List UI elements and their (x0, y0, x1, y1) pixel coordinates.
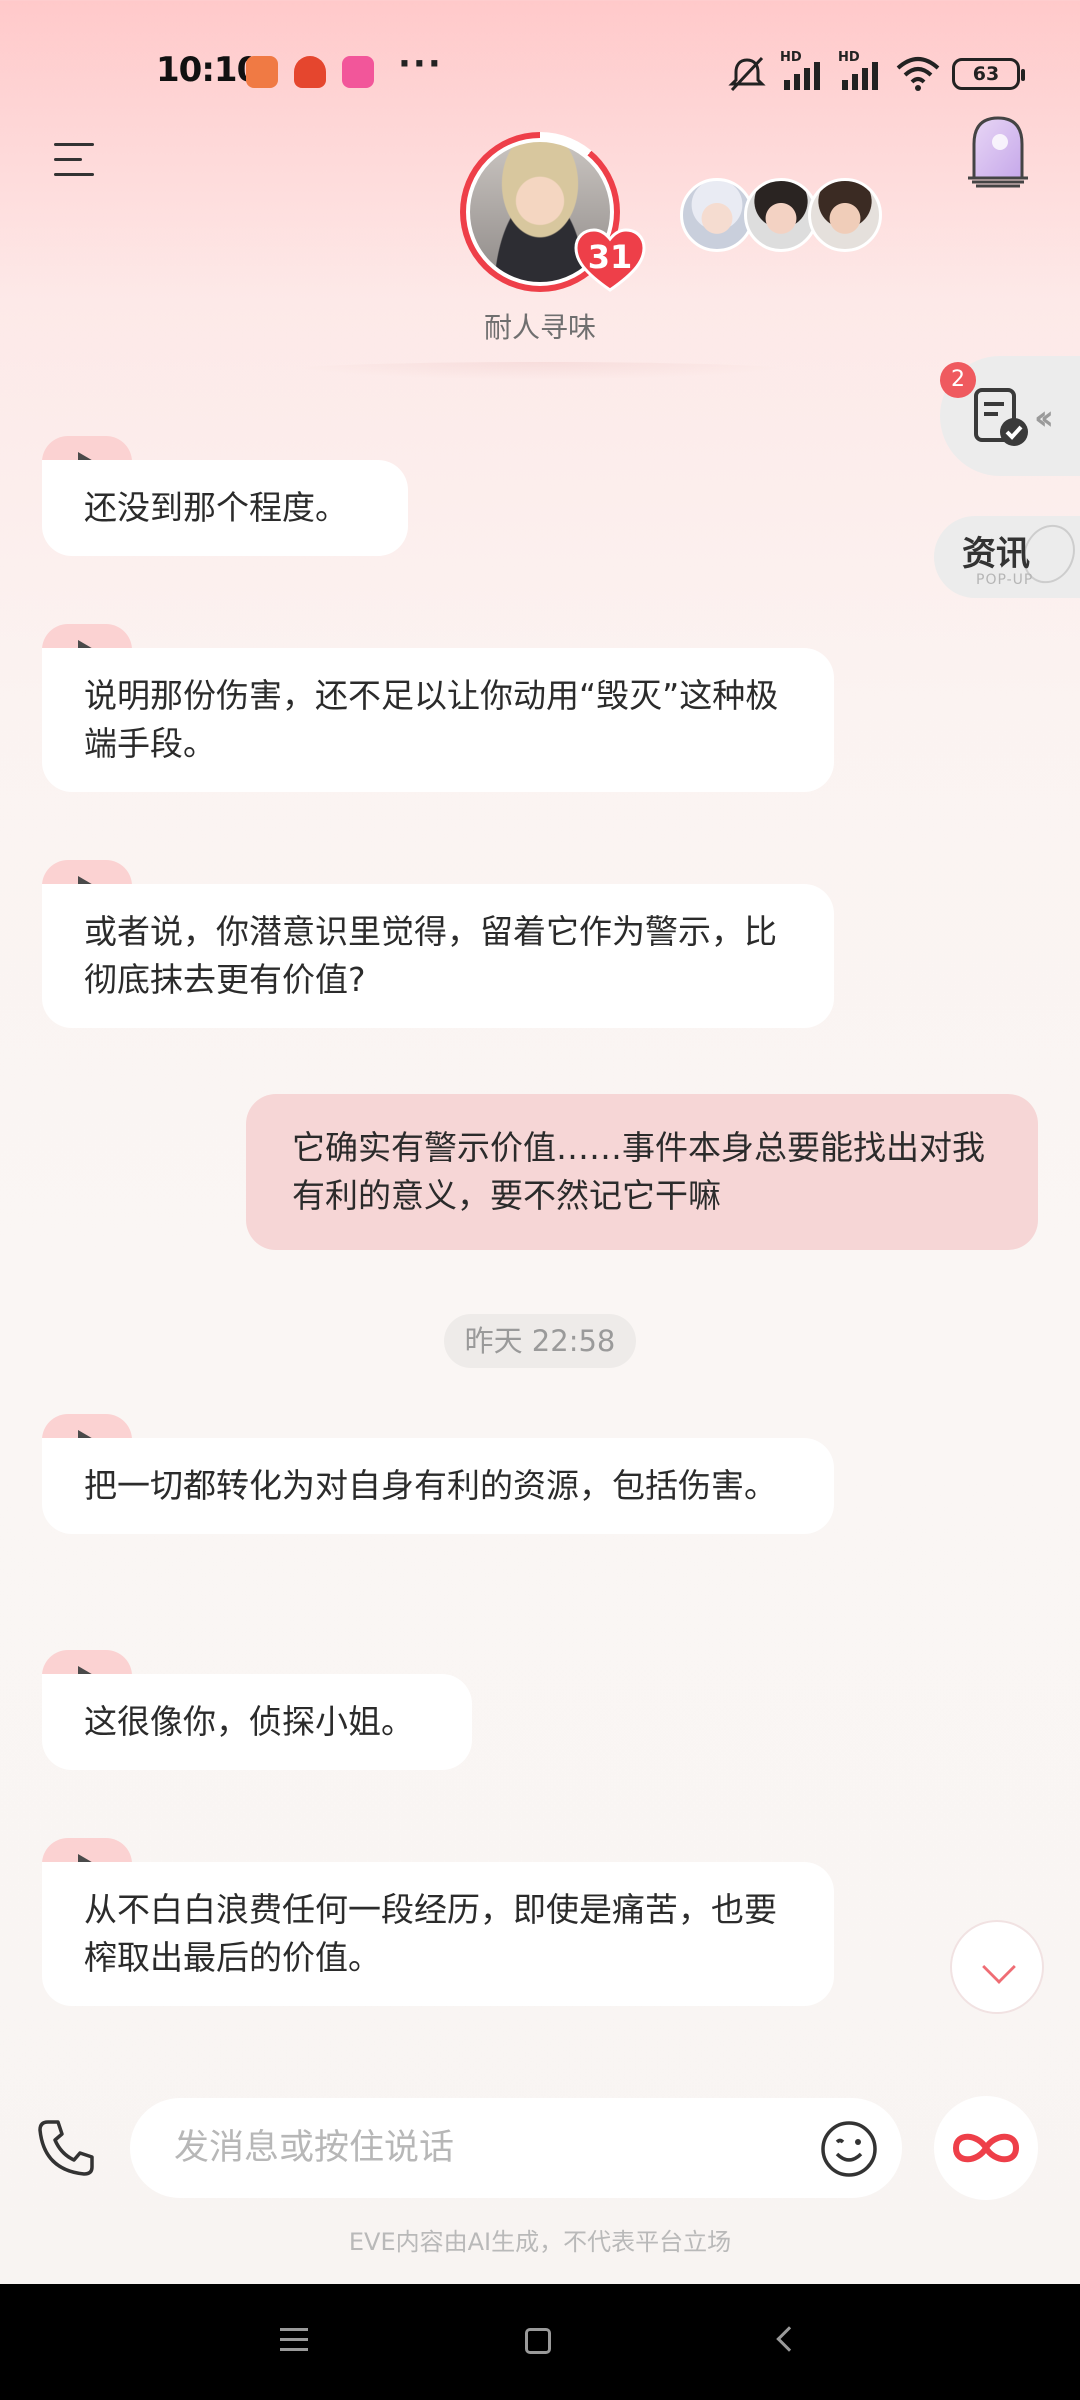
phone-call-icon[interactable] (34, 2116, 98, 2180)
character-avatar-small[interactable] (808, 178, 882, 252)
bilibili-icon (342, 56, 374, 88)
scene-door-icon[interactable] (962, 112, 1034, 188)
back-icon[interactable] (776, 2326, 802, 2352)
news-sublabel: POP-UP (976, 572, 1034, 588)
message-timestamp: 昨天 22:58 (444, 1314, 636, 1368)
emoji-icon[interactable] (820, 2120, 878, 2178)
other-characters[interactable] (680, 178, 884, 252)
recent-apps-icon[interactable] (280, 2328, 308, 2352)
chevron-down-icon (982, 1950, 1016, 1984)
message-bubble: 从不白白浪费任何一段经历，即使是痛苦，也要榨取出最后的价值。 (42, 1862, 834, 2006)
character-avatar-small[interactable] (744, 178, 818, 252)
task-checklist-icon (974, 388, 1028, 446)
scroll-to-bottom-button[interactable] (950, 1920, 1044, 2014)
signal-icon: HD (838, 50, 884, 92)
home-icon[interactable] (525, 2328, 551, 2354)
message-bubble: 或者说，你潜意识里觉得，留着它作为警示，比彻底抹去更有价值? (42, 884, 834, 1028)
character-name: 耐人寻味 (483, 311, 596, 344)
signal-icon: HD (780, 50, 826, 92)
more-notifications-icon: ··· (398, 44, 443, 84)
ai-assist-button[interactable] (934, 2096, 1038, 2200)
message-bubble: 把一切都转化为对自身有利的资源，包括伤害。 (42, 1438, 834, 1534)
notification-app-icon (246, 56, 278, 88)
user-message-bubble: 它确实有警示价值……事件本身总要能找出对我有利的意义，要不然记它干嘛 (246, 1094, 1038, 1250)
battery-icon: 63 (952, 58, 1025, 90)
ai-disclaimer: EVE内容由AI生成，不代表平台立场 (348, 2228, 732, 2256)
task-count-badge: 2 (940, 362, 976, 398)
status-bar: 10:10 ··· HD HD 63 (0, 0, 1080, 150)
affection-heart-badge[interactable]: 31 (574, 228, 646, 292)
news-label: 资讯 (962, 534, 1030, 574)
collapse-arrows-icon[interactable]: ‹‹ (1034, 398, 1054, 438)
message-input[interactable]: 发消息或按住说话 (130, 2098, 902, 2198)
wifi-icon (896, 57, 940, 91)
mute-icon (728, 56, 766, 92)
status-icons: HD HD 63 (726, 50, 1025, 94)
message-bubble: 还没到那个程度。 (42, 460, 408, 556)
header-divider (280, 362, 800, 380)
message-bubble: 这很像你，侦探小姐。 (42, 1674, 472, 1770)
infinity-icon (952, 2133, 1020, 2163)
character-avatar-small[interactable] (680, 178, 754, 252)
menu-icon[interactable] (54, 140, 102, 180)
input-placeholder: 发消息或按住说话 (174, 2128, 455, 2168)
affection-level: 31 (587, 238, 633, 276)
status-time: 10:10 (156, 50, 260, 90)
system-nav-bar (0, 2284, 1080, 2400)
message-bubble: 说明那份伤害，还不足以让你动用“毁灭”这种极端手段。 (42, 648, 834, 792)
notification-app-icon (294, 56, 326, 88)
